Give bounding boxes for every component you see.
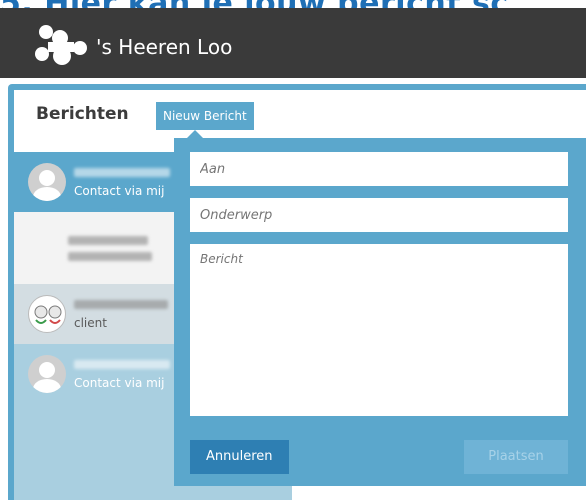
message-textarea[interactable]	[190, 244, 568, 416]
redacted-name	[74, 168, 170, 177]
conversation-subtitle: Contact via mij	[74, 376, 165, 390]
new-message-button[interactable]: Nieuw Bericht	[156, 102, 254, 130]
client-avatar-icon	[34, 305, 62, 324]
conversation-subtitle: Contact via mij	[74, 184, 165, 198]
conversation-subtitle: client	[74, 316, 107, 330]
logo-icon	[35, 25, 87, 65]
post-button[interactable]: Plaatsen	[464, 440, 568, 474]
cancel-button[interactable]: Annuleren	[190, 440, 289, 474]
redacted-name	[68, 252, 152, 261]
avatar	[28, 355, 66, 393]
compose-dialog: Annuleren Plaatsen	[174, 138, 586, 486]
app-header: 's Heeren Loo	[0, 8, 586, 78]
recipient-input[interactable]	[190, 152, 568, 186]
subject-input[interactable]	[190, 198, 568, 232]
brand-name: 's Heeren Loo	[96, 35, 233, 59]
page-title: Berichten	[36, 104, 129, 124]
redacted-name	[68, 236, 148, 245]
redacted-name	[74, 300, 168, 309]
redacted-name	[74, 360, 170, 369]
avatar	[28, 295, 66, 333]
avatar	[28, 163, 66, 201]
